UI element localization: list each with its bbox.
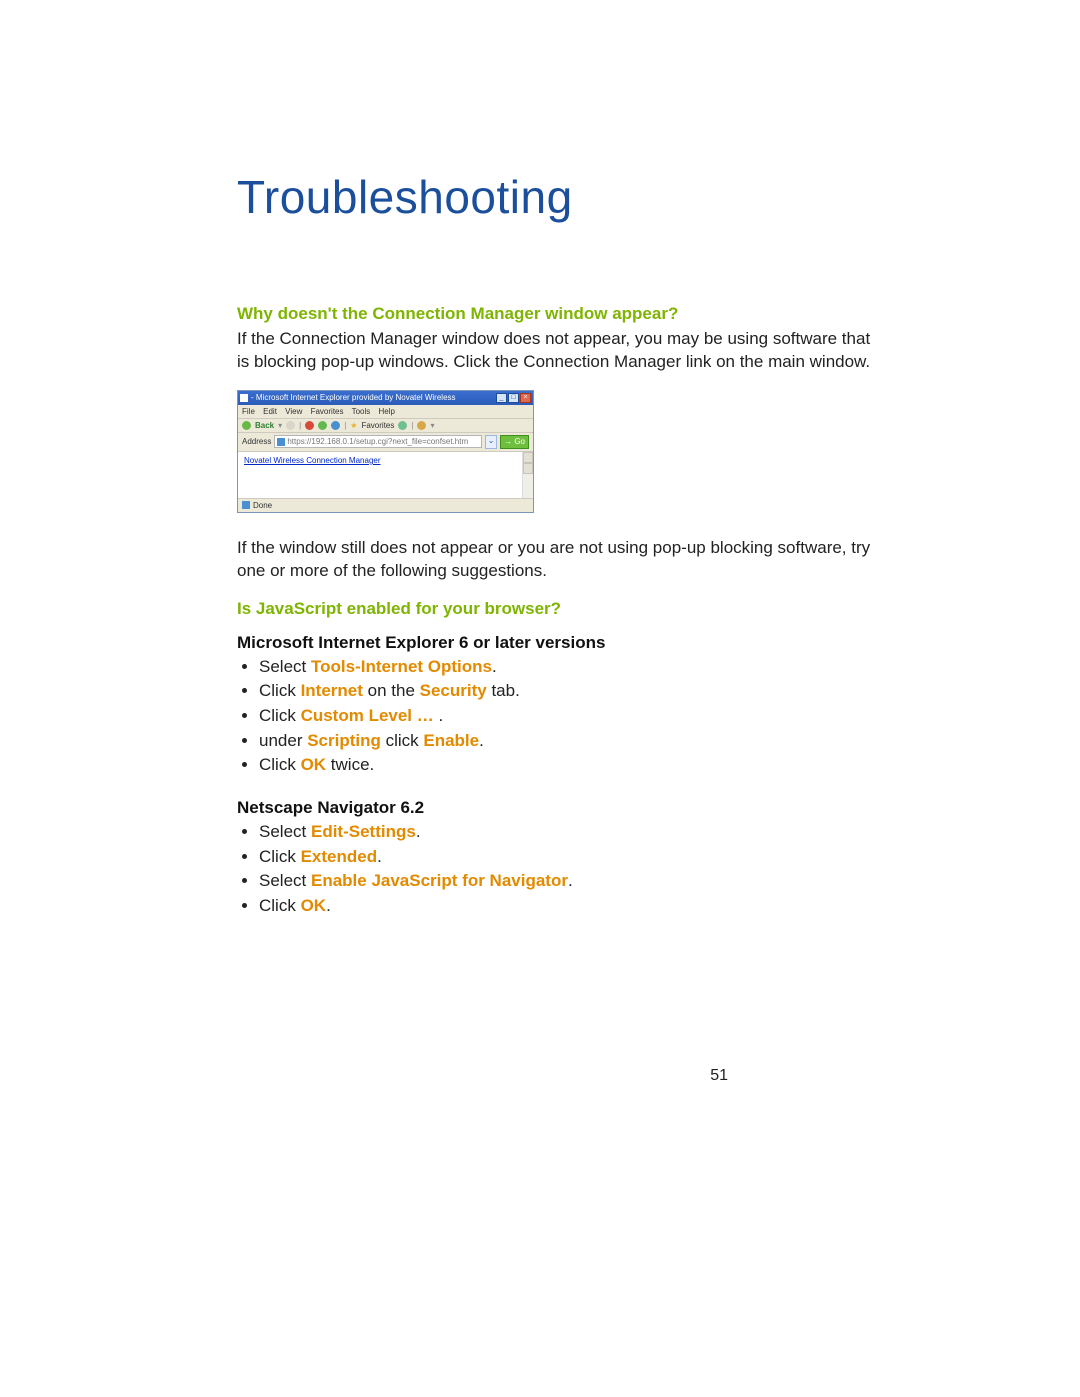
- ie-content-area: Novatel Wireless Connection Manager: [238, 452, 533, 498]
- menu-view: View: [285, 407, 302, 416]
- netscape-steps-list: Select Edit-Settings. Click Extended. Se…: [237, 820, 880, 919]
- mail-icon: [417, 421, 426, 430]
- stop-icon: [305, 421, 314, 430]
- refresh-icon: [318, 421, 327, 430]
- address-url: https://192.168.0.1/setup.cgi?next_file=…: [287, 437, 468, 446]
- status-text: Done: [253, 501, 272, 510]
- menu-file: File: [242, 407, 255, 416]
- document-page: Troubleshooting Why doesn't the Connecti…: [0, 0, 1080, 1397]
- address-dropdown-icon: ⌄: [485, 435, 497, 449]
- q1-paragraph-2: If the window still does not appear or y…: [237, 537, 880, 583]
- page-number: 51: [710, 1067, 728, 1085]
- forward-icon: [286, 421, 295, 430]
- ie-window-title: - Microsoft Internet Explorer provided b…: [251, 393, 456, 402]
- back-icon: [242, 421, 251, 430]
- menu-help: Help: [379, 407, 395, 416]
- ie-screenshot: - Microsoft Internet Explorer provided b…: [237, 390, 534, 513]
- list-item: Click OK.: [259, 894, 880, 919]
- home-icon: [331, 421, 340, 430]
- list-item: under Scripting click Enable.: [259, 729, 880, 754]
- minimize-icon: _: [496, 393, 507, 403]
- ie-section-title: Microsoft Internet Explorer 6 or later v…: [237, 633, 880, 653]
- page-icon: [277, 438, 285, 446]
- question-heading-1: Why doesn't the Connection Manager windo…: [237, 304, 880, 324]
- list-item: Click Internet on the Security tab.: [259, 679, 880, 704]
- list-item: Click OK twice.: [259, 753, 880, 778]
- menu-tools: Tools: [352, 407, 371, 416]
- ie-menubar: File Edit View Favorites Tools Help: [238, 405, 533, 419]
- list-item: Select Tools-Internet Options.: [259, 655, 880, 680]
- close-icon: ×: [520, 393, 531, 403]
- list-item: Select Edit-Settings.: [259, 820, 880, 845]
- menu-favorites: Favorites: [311, 407, 344, 416]
- page-title: Troubleshooting: [237, 170, 880, 224]
- dropdown-icon-2: ▾: [430, 421, 434, 430]
- dropdown-icon: ▾: [278, 421, 282, 430]
- ie-app-icon: [240, 394, 248, 402]
- status-page-icon: [242, 501, 250, 509]
- back-label: Back: [255, 421, 274, 430]
- window-controls: _ □ ×: [496, 393, 531, 403]
- list-item: Click Custom Level … .: [259, 704, 880, 729]
- list-item: Click Extended.: [259, 845, 880, 870]
- q1-paragraph-1: If the Connection Manager window does no…: [237, 328, 880, 374]
- maximize-icon: □: [508, 393, 519, 403]
- address-label: Address: [242, 437, 271, 446]
- ie-status-bar: Done: [238, 498, 533, 512]
- ie-titlebar: - Microsoft Internet Explorer provided b…: [238, 391, 533, 405]
- scrollbar: [522, 452, 533, 498]
- favorites-label: Favorites: [361, 421, 394, 430]
- go-button: → Go: [500, 435, 529, 449]
- address-field: https://192.168.0.1/setup.cgi?next_file=…: [274, 435, 482, 448]
- ie-address-bar: Address https://192.168.0.1/setup.cgi?ne…: [238, 433, 533, 452]
- history-icon: [398, 421, 407, 430]
- connection-manager-link: Novatel Wireless Connection Manager: [244, 456, 381, 465]
- question-heading-2: Is JavaScript enabled for your browser?: [237, 599, 880, 619]
- menu-edit: Edit: [263, 407, 277, 416]
- ie-steps-list: Select Tools-Internet Options. Click Int…: [237, 655, 880, 778]
- favorites-star-icon: ★: [350, 421, 357, 430]
- list-item: Select Enable JavaScript for Navigator.: [259, 869, 880, 894]
- netscape-section-title: Netscape Navigator 6.2: [237, 798, 880, 818]
- ie-toolbar: Back ▾ | | ★ Favorites | ▾: [238, 419, 533, 433]
